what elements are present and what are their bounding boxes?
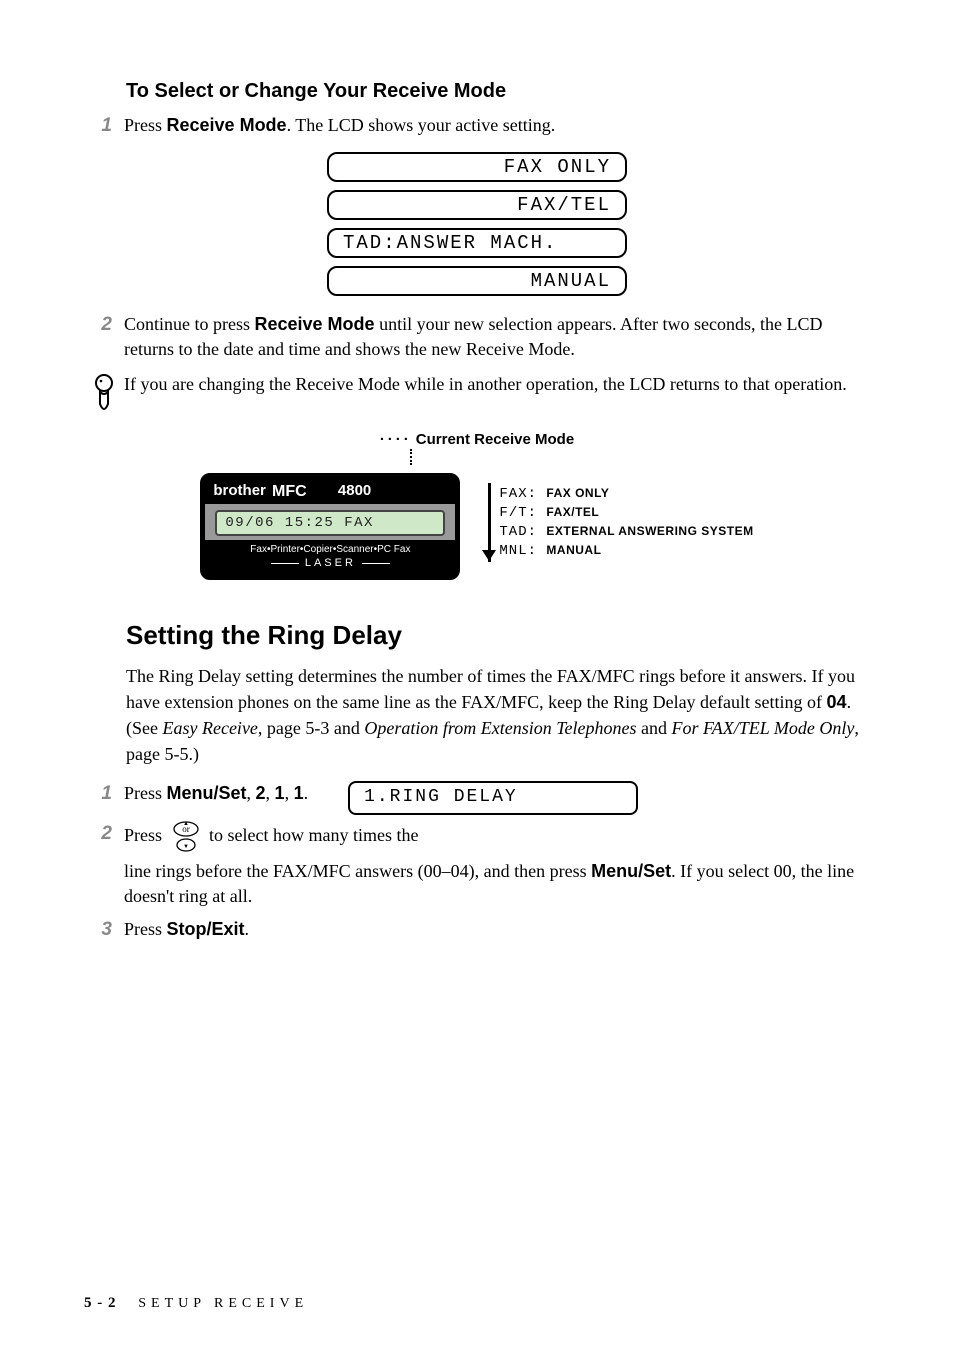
text: line rings before the FAX/MFC answers (0…: [124, 861, 591, 881]
svg-text:▼: ▼: [183, 844, 189, 850]
section-heading: Setting the Ring Delay: [126, 620, 870, 651]
text: The Ring Delay setting determines the nu…: [126, 666, 855, 712]
lcd-stack: FAX ONLY FAX/TEL TAD:ANSWER MACH. MANUAL: [327, 152, 627, 296]
step-number: 3: [84, 917, 124, 944]
device-brand: brother: [213, 482, 266, 499]
legend-value: FAX/TEL: [546, 505, 599, 519]
step-number: 1: [84, 113, 124, 140]
legend-key: TAD: [499, 524, 527, 540]
xref: For FAX/TEL Mode Only: [672, 718, 855, 738]
key-label: 1: [275, 783, 285, 803]
text: ,: [247, 783, 256, 803]
svg-text:▲: ▲: [183, 821, 189, 827]
lcd-display: 1.RING DELAY: [348, 781, 638, 814]
lcd-display: FAX/TEL: [327, 190, 627, 220]
step-number: 2: [84, 312, 124, 339]
text: Press: [124, 919, 167, 939]
legend-value: EXTERNAL ANSWERING SYSTEM: [546, 524, 753, 538]
value-bold: 04: [827, 692, 847, 712]
step-body: Press Receive Mode. The LCD shows your a…: [124, 113, 870, 138]
step-body: Press or ▲ ▼ to select how many times th…: [124, 821, 870, 909]
arrow-down-icon: [482, 550, 496, 561]
chapter-title: SETUP RECEIVE: [138, 1296, 308, 1311]
mode-legend: FAX: FAX ONLY F/T: FAX/TEL TAD: EXTERNAL…: [488, 483, 753, 562]
step-number: 1: [84, 781, 124, 808]
mfc-logo-icon: MFC: [272, 482, 332, 500]
step-body: Continue to press Receive Mode until you…: [124, 312, 870, 362]
text: Continue to press: [124, 314, 255, 334]
step-body: Press Stop/Exit.: [124, 917, 870, 942]
step-body: Press Menu/Set, 2, 1, 1. 1.RING DELAY: [124, 781, 870, 814]
text: ,: [285, 783, 294, 803]
device-illustration: brother MFC 4800 09/06 15:25 FAX Fax•Pri…: [200, 473, 460, 580]
legend-key: FAX: [499, 486, 527, 502]
key-label: Menu/Set: [591, 861, 671, 881]
text: and: [637, 718, 672, 738]
key-label: Receive Mode: [167, 115, 287, 135]
lcd-display: MANUAL: [327, 266, 627, 296]
legend-key: MNL: [499, 543, 527, 559]
legend-value: FAX ONLY: [546, 486, 609, 500]
text: .: [245, 919, 250, 939]
legend-key: F/T: [499, 505, 527, 521]
key-label: Receive Mode: [255, 314, 375, 334]
up-down-or-icon: or ▲ ▼: [171, 821, 201, 853]
device-laser-label: LASER: [205, 557, 455, 575]
dotted-lead-horizontal: ····: [380, 431, 412, 448]
xref: Easy Receive: [162, 718, 257, 738]
caption-text: Current Receive Mode: [416, 431, 574, 448]
key-label: Stop/Exit: [167, 919, 245, 939]
legend-value: MANUAL: [546, 543, 601, 557]
figure-caption: ····Current Receive Mode: [380, 431, 574, 448]
text: ,: [266, 783, 275, 803]
xref: Operation from Extension Telephones: [364, 718, 636, 738]
note-icon: [84, 372, 124, 414]
text: . The LCD shows your active setting.: [287, 115, 556, 135]
device-lcd: 09/06 15:25 FAX: [215, 510, 445, 536]
key-label: 2: [256, 783, 266, 803]
text: .: [304, 783, 309, 803]
text: Press: [124, 825, 167, 845]
lcd-display: TAD:ANSWER MACH.: [327, 228, 627, 258]
paragraph: The Ring Delay setting determines the nu…: [126, 663, 870, 767]
lcd-display: FAX ONLY: [327, 152, 627, 182]
step-number: 2: [84, 821, 124, 848]
note-text: If you are changing the Receive Mode whi…: [124, 372, 870, 397]
svg-text:MFC: MFC: [272, 483, 307, 500]
text: to select how many times the: [209, 825, 418, 845]
key-label: 1: [294, 783, 304, 803]
device-subline: Fax•Printer•Copier•Scanner•PC Fax: [205, 540, 455, 557]
page-footer: 5 - 2 SETUP RECEIVE: [84, 1295, 308, 1312]
text: , page 5-3 and: [258, 718, 364, 738]
text: Press: [124, 115, 167, 135]
subsection-title: To Select or Change Your Receive Mode: [126, 80, 870, 103]
page-number: 5 - 2: [84, 1295, 117, 1311]
key-label: Menu/Set: [167, 783, 247, 803]
device-model: 4800: [338, 482, 371, 499]
text: Press: [124, 783, 167, 803]
dotted-lead-vertical: [410, 449, 412, 465]
